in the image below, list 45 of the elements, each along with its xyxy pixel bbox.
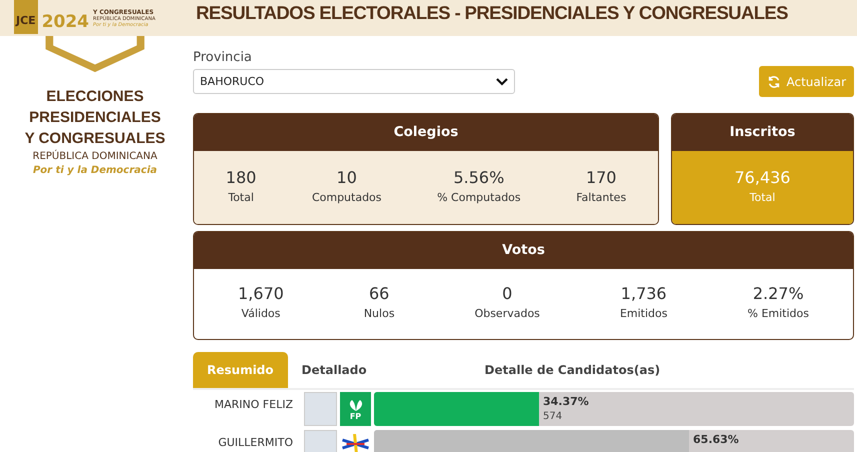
stat-label: Válidos (240, 307, 282, 320)
vote-percent: 65.63% (693, 433, 739, 446)
stat-value: 0 (501, 283, 514, 305)
stat-value: 76,436 (734, 167, 790, 189)
stat-value: 5.56% (452, 167, 506, 189)
stat-value: 10 (336, 167, 358, 189)
election-title: Y CONGRESUALES (24, 129, 166, 149)
chevron-down-icon (496, 78, 508, 86)
tab[interactable]: Detallado (288, 352, 381, 388)
stat-label: % Computados (437, 191, 521, 204)
stat-label: % Emitidos (748, 307, 809, 320)
stat-value: 180 (226, 167, 256, 189)
jce-logo: JCE (14, 0, 38, 34)
photo-placeholder (304, 392, 337, 426)
stat-label: Faltantes (576, 191, 626, 204)
card-header: Inscritos (672, 114, 853, 151)
stat-value: 1,736 (620, 283, 668, 305)
stat-value: 170 (584, 167, 618, 189)
refresh-icon (767, 74, 782, 88)
stat-value: 66 (368, 283, 390, 305)
election-title: PRESIDENCIALES (29, 108, 161, 128)
section-title: Detalle de Candidatos(as) (484, 363, 662, 377)
election-title: ELECCIONES (46, 87, 144, 107)
vote-percent: 34.37% (542, 395, 589, 408)
stat-label: Computados (312, 191, 382, 204)
country-name: REPÚBLICA DOMINICANA (32, 151, 158, 162)
year-logo: 2024 (42, 11, 90, 32)
party-logo: FP (340, 392, 371, 426)
page-title: RESULTADOS ELECTORALES - PRESIDENCIALES Y CONGRESUALES (195, 2, 788, 24)
province-label: Provincia (193, 50, 253, 65)
stat-label: Observados (474, 307, 540, 320)
slogan: Por ti y la Democracia (32, 165, 158, 176)
stat-label: Total (227, 191, 255, 204)
party-logo-icon (340, 434, 371, 452)
stat-value: 2.27% (752, 283, 805, 305)
card-header: Votos (194, 232, 853, 269)
vote-count: 574 (542, 411, 564, 422)
stat-value: 1,670 (238, 283, 284, 305)
card-header: Colegios (194, 114, 658, 151)
province-dropdown[interactable]: BAHORUCO (193, 69, 515, 94)
candidate-name: GUILLERMITO (217, 435, 294, 451)
stat-label: Emitidos (620, 307, 668, 320)
stat-label: Nulos (364, 307, 395, 320)
stat-label: Total (748, 191, 776, 204)
candidate-name: MARINO FELIZ (214, 397, 294, 413)
